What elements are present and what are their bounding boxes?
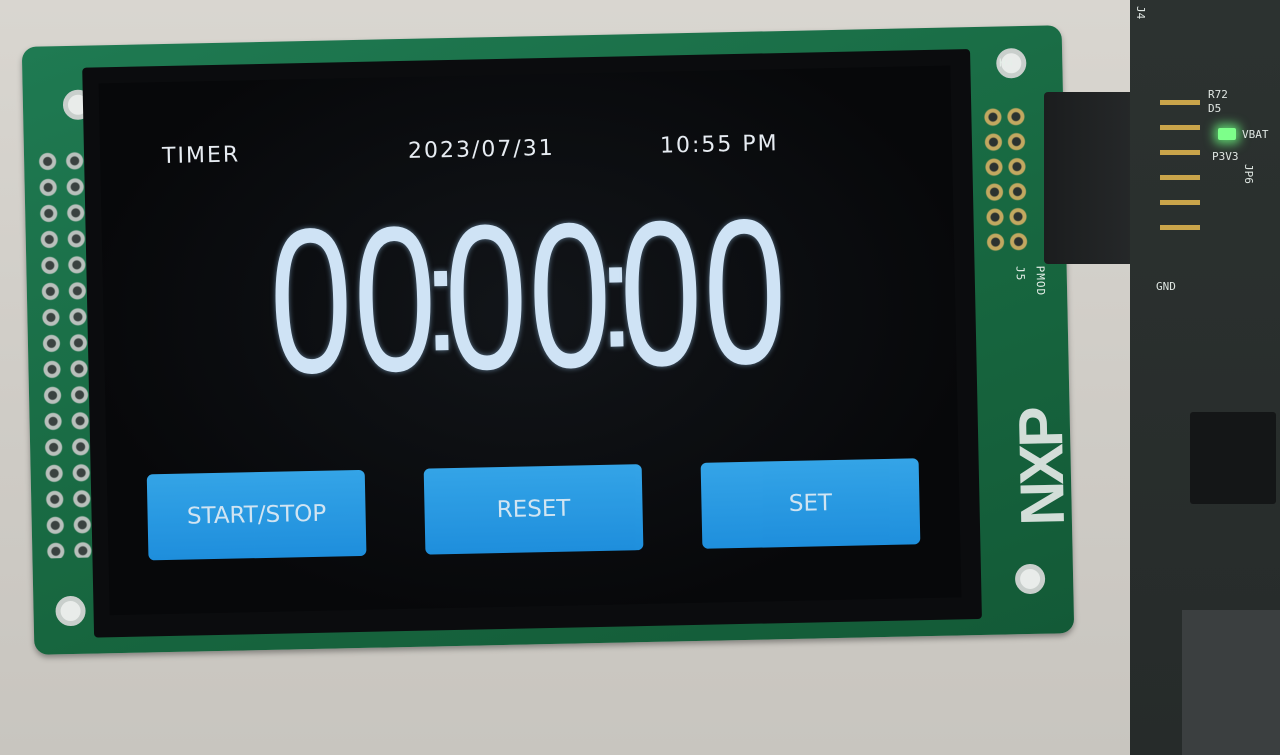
- time-label: 10:55 PM: [659, 131, 779, 159]
- hours-digits: 00: [267, 183, 441, 417]
- set-button[interactable]: SET: [700, 458, 921, 549]
- minutes-digits: 00: [442, 179, 616, 414]
- silk-r72: R72: [1208, 88, 1228, 101]
- nxp-logo: NXP: [1006, 409, 1078, 527]
- header-pins: [1160, 100, 1200, 250]
- date-label: 2023/07/31: [407, 135, 556, 164]
- pin-header-right: [981, 103, 1031, 255]
- silk-h4: H4: [998, 56, 1015, 70]
- start-stop-button[interactable]: START/STOP: [146, 469, 367, 561]
- status-bar: TIMER 2023/07/31 10:55 PM: [100, 120, 953, 178]
- green-led: [1218, 128, 1236, 140]
- silk-gnd: GND: [1156, 280, 1176, 293]
- silk-j5: J5: [1013, 265, 1027, 282]
- silk-d5: D5: [1208, 102, 1222, 115]
- dev-board: J4 R72 D5 VBAT P3V3 JP6 GND: [1130, 0, 1280, 755]
- lcd-screen: TIMER 2023/07/31 10:55 PM 00 : 00 : 00 S…: [98, 65, 962, 616]
- mounting-hole: [1014, 563, 1046, 595]
- seconds-digits: 00: [617, 175, 791, 410]
- silk-vbat: VBAT: [1242, 128, 1269, 141]
- silk-p3v3: P3V3: [1212, 150, 1239, 163]
- timer-display: 00 : 00 : 00: [101, 175, 957, 417]
- button-row: START/STOP RESET SET: [146, 458, 921, 562]
- lcd-bezel: TIMER 2023/07/31 10:55 PM 00 : 00 : 00 S…: [82, 49, 982, 638]
- silk-j4: J4: [1134, 6, 1147, 20]
- board-base: [1182, 610, 1280, 755]
- silk-pmod: PMOD: [1033, 265, 1048, 297]
- silk-jp6: JP6: [1242, 164, 1255, 184]
- ic-chip: [1190, 412, 1276, 504]
- reset-button[interactable]: RESET: [423, 464, 644, 555]
- display-module: H4 J5 PMOD NXP TIMER 2023/07/31 10:55 PM…: [21, 25, 1078, 655]
- mounting-hole: [55, 595, 86, 627]
- timer-label: TIMER: [161, 142, 241, 170]
